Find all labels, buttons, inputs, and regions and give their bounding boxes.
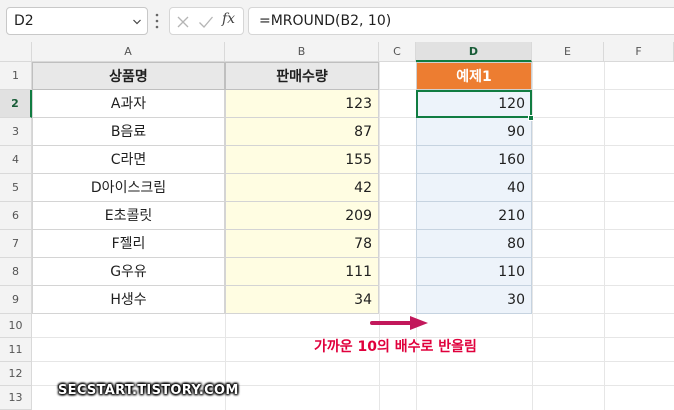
name-box-value: D2 [14, 13, 34, 29]
annotation-text: 가까운 10의 배수로 반올림 [314, 339, 477, 355]
name-box[interactable]: D2 [6, 7, 148, 35]
cell-b2[interactable]: 123 [225, 90, 379, 118]
cell-d2-active[interactable]: 120 [416, 90, 532, 118]
cell-a1[interactable]: 상품명 [32, 62, 225, 90]
formula-input[interactable]: =MROUND(B2, 10) [248, 7, 674, 35]
row-header-2[interactable]: 2 [0, 90, 32, 118]
chevron-down-icon[interactable] [133, 18, 141, 26]
row-header-4[interactable]: 4 [0, 146, 32, 174]
cell-b1[interactable]: 판매수량 [225, 62, 379, 90]
formula-bar: D2 fx =MROUND(B2, 10) [0, 0, 674, 42]
cell-a7[interactable]: F젤리 [32, 230, 225, 258]
column-header-b[interactable]: B [225, 42, 379, 62]
cell-a9[interactable]: H생수 [32, 286, 225, 314]
row-header-12[interactable]: 12 [0, 362, 32, 386]
close-icon[interactable] [176, 15, 190, 29]
cell-b8[interactable]: 111 [225, 258, 379, 286]
cell-b4[interactable]: 155 [225, 146, 379, 174]
cell-a3[interactable]: B음료 [32, 118, 225, 146]
cell-d1[interactable]: 예제1 [416, 62, 532, 90]
row-header-10[interactable]: 10 [0, 314, 32, 338]
cell-a2[interactable]: A과자 [32, 90, 225, 118]
formula-text: =MROUND(B2, 10) [259, 13, 392, 29]
check-icon[interactable] [198, 15, 214, 29]
cell-d9[interactable]: 30 [416, 286, 532, 314]
column-header-d[interactable]: D [416, 42, 532, 62]
row-header-1[interactable]: 1 [0, 62, 32, 90]
cell-a4[interactable]: C라면 [32, 146, 225, 174]
row-header-9[interactable]: 9 [0, 286, 32, 314]
cell-d5[interactable]: 40 [416, 174, 532, 202]
gridline [379, 62, 380, 410]
gridline [604, 62, 605, 410]
cell-b3[interactable]: 87 [225, 118, 379, 146]
fill-handle[interactable] [528, 115, 534, 121]
select-all-corner[interactable] [0, 42, 32, 62]
cell-d7[interactable]: 80 [416, 230, 532, 258]
watermark: SECSTART.TISTORY.COM [58, 383, 239, 398]
cell-a6[interactable]: E초콜릿 [32, 202, 225, 230]
row-header-11[interactable]: 11 [0, 338, 32, 362]
insert-function-button[interactable]: fx [222, 11, 235, 27]
cell-d4[interactable]: 160 [416, 146, 532, 174]
column-header-a[interactable]: A [32, 42, 225, 62]
column-header-c[interactable]: C [379, 42, 416, 62]
vertical-dots-icon[interactable] [155, 12, 159, 30]
cell-d3[interactable]: 90 [416, 118, 532, 146]
cell-b7[interactable]: 78 [225, 230, 379, 258]
row-header-6[interactable]: 6 [0, 202, 32, 230]
cell-a8[interactable]: G우유 [32, 258, 225, 286]
row-header-5[interactable]: 5 [0, 174, 32, 202]
cell-a5[interactable]: D아이스크림 [32, 174, 225, 202]
row-header-7[interactable]: 7 [0, 230, 32, 258]
right-arrow-icon [370, 316, 428, 330]
row-header-8[interactable]: 8 [0, 258, 32, 286]
cell-d6[interactable]: 210 [416, 202, 532, 230]
row-header-13[interactable]: 13 [0, 386, 32, 410]
cell-b9[interactable]: 34 [225, 286, 379, 314]
column-header-e[interactable]: E [532, 42, 604, 62]
cell-b6[interactable]: 209 [225, 202, 379, 230]
column-header-f[interactable]: F [604, 42, 674, 62]
cell-b5[interactable]: 42 [225, 174, 379, 202]
cell-d8[interactable]: 110 [416, 258, 532, 286]
row-header-3[interactable]: 3 [0, 118, 32, 146]
gridline [32, 361, 674, 362]
formula-actions: fx [169, 7, 244, 35]
